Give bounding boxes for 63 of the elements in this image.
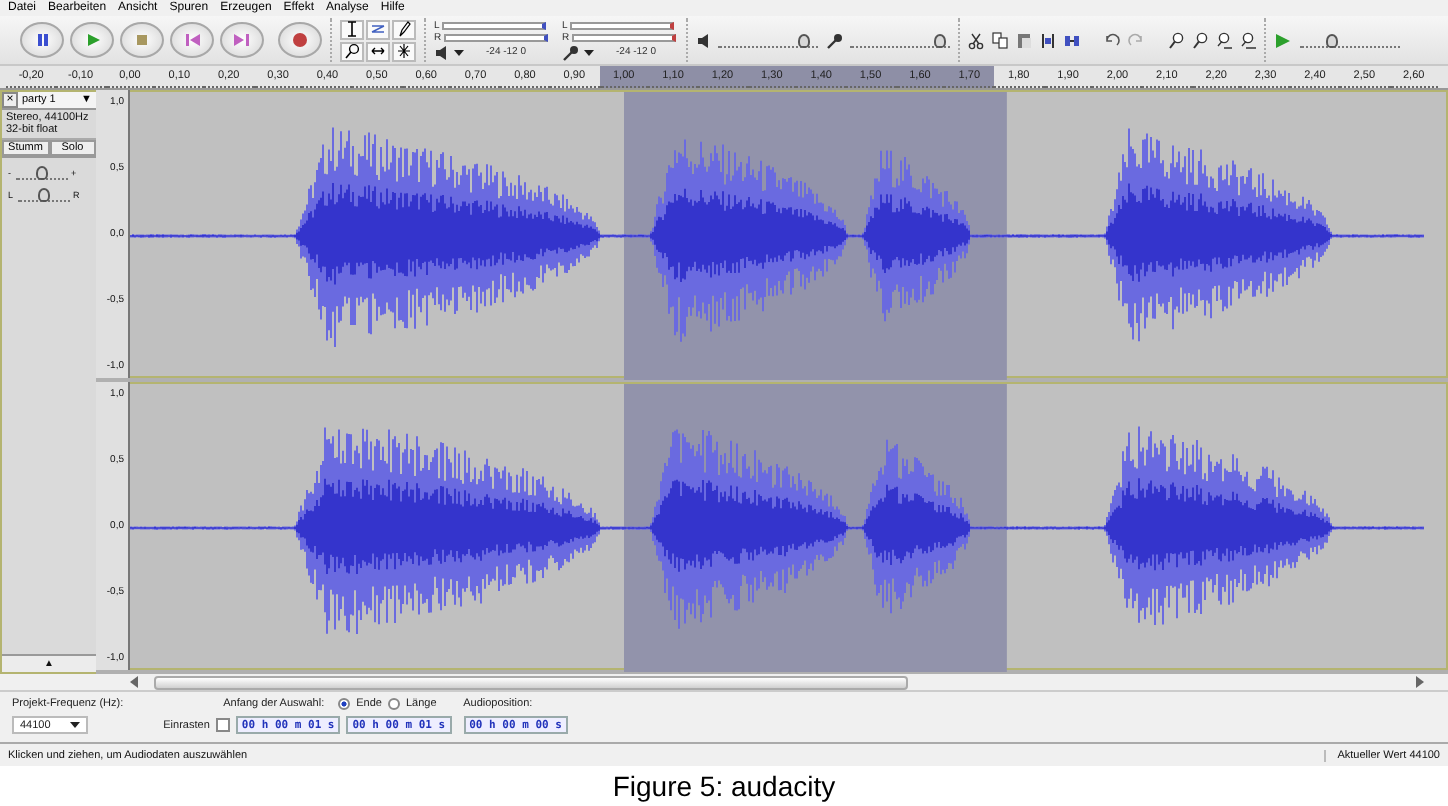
radio-button[interactable] — [338, 698, 351, 710]
zoom-out-icon[interactable] — [1192, 31, 1208, 49]
slider-track[interactable] — [718, 33, 818, 47]
play-icon — [83, 32, 101, 48]
scroll-right-arrow-icon[interactable] — [1416, 676, 1424, 688]
slider-track[interactable] — [1300, 33, 1400, 47]
record-button[interactable] — [278, 22, 322, 58]
dropdown-arrow-icon[interactable] — [454, 47, 464, 57]
record-icon — [291, 32, 309, 48]
slider-track[interactable] — [15, 166, 67, 180]
stop-icon — [133, 32, 151, 48]
microphone-icon[interactable] — [562, 43, 578, 61]
copy-icon[interactable] — [992, 31, 1008, 49]
skip-to-end-button[interactable] — [220, 22, 264, 58]
slider-track[interactable] — [850, 33, 950, 47]
envelope-tool-button[interactable] — [366, 19, 390, 39]
multi-tool-button[interactable] — [392, 41, 416, 61]
zoom-in-icon[interactable] — [1168, 31, 1184, 49]
zoom-button[interactable] — [340, 41, 364, 61]
speaker-icon[interactable] — [434, 43, 448, 61]
trim-icon[interactable] — [1040, 31, 1056, 49]
level-meter — [569, 21, 674, 29]
envelope-tool-icon — [370, 20, 386, 38]
radio-button[interactable] — [387, 698, 400, 710]
pause-icon — [33, 32, 51, 48]
level-meter — [571, 33, 676, 41]
time-shift-button[interactable] — [366, 41, 390, 61]
level-meter — [443, 33, 548, 41]
skip-to-start-button[interactable] — [170, 22, 214, 58]
paste-icon[interactable] — [1016, 31, 1032, 49]
multi-tool-icon — [396, 42, 412, 60]
undo-icon[interactable] — [1104, 31, 1120, 49]
pause-button[interactable] — [20, 22, 64, 58]
stop-button[interactable] — [120, 22, 164, 58]
pencil-button[interactable] — [392, 19, 416, 39]
skip-to-start-icon — [183, 32, 201, 48]
figure-caption: Figure 5: audacity — [612, 770, 836, 802]
play-button[interactable] — [70, 22, 114, 58]
slider-thumb[interactable] — [933, 33, 946, 47]
slider-thumb[interactable] — [35, 166, 47, 180]
slider-thumb[interactable] — [37, 188, 50, 202]
slider-thumb[interactable] — [1326, 33, 1339, 47]
selection-tool-icon — [344, 20, 360, 38]
speaker-icon — [696, 31, 710, 49]
microphone-icon — [826, 31, 842, 49]
scroll-left-arrow-icon[interactable] — [130, 676, 138, 688]
zoom-icon — [344, 42, 360, 60]
time-shift-icon — [370, 42, 386, 60]
dropdown-arrow-icon[interactable] — [70, 722, 80, 728]
selection-tool-button[interactable] — [340, 19, 364, 39]
snap-checkbox[interactable] — [215, 718, 230, 732]
dropdown-arrow-icon[interactable] — [584, 47, 594, 57]
slider-track[interactable] — [17, 188, 70, 202]
fit-selection-icon[interactable] — [1216, 31, 1232, 49]
skip-to-end-icon — [233, 32, 251, 48]
fit-project-icon[interactable] — [1240, 31, 1256, 49]
level-meter — [441, 21, 546, 29]
slider-thumb[interactable] — [798, 33, 811, 47]
pencil-icon — [396, 20, 412, 38]
play-icon[interactable] — [1274, 31, 1292, 49]
silence-icon[interactable] — [1064, 31, 1080, 49]
scrollbar-thumb[interactable] — [154, 675, 908, 689]
scissors-icon[interactable] — [968, 31, 984, 49]
